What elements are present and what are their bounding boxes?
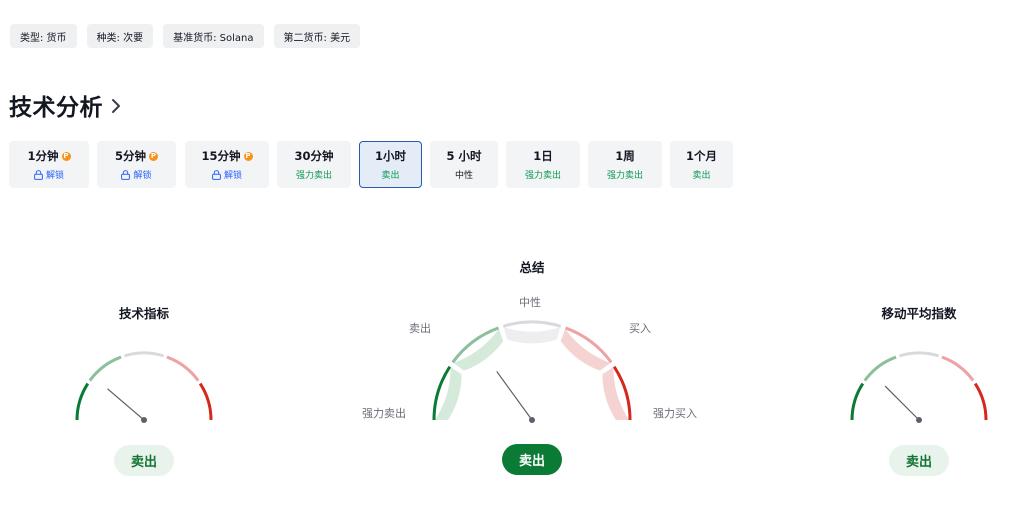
gauge-needle (496, 371, 533, 421)
timeframe-tab-6[interactable]: 1日强力卖出 (506, 141, 580, 188)
gauge-segment-neutral (123, 351, 165, 358)
tag-base-currency[interactable]: 基准货币: Solana (163, 24, 264, 48)
timeframe-tab-1[interactable]: 5分钟 P 解锁 (97, 141, 176, 188)
gauge-segment-strong-buy (973, 382, 988, 421)
gauge-needle (107, 388, 145, 421)
timeframe-status: 强力卖出 (607, 168, 643, 181)
oscillators-gauge (75, 351, 213, 423)
summary-title: 总结 (519, 260, 545, 275)
lock-icon (121, 169, 131, 180)
timeframe-name: 30分钟 (294, 148, 333, 164)
moving-averages-rating-button[interactable]: 卖出 (889, 445, 949, 476)
timeframe-name-text: 30分钟 (294, 149, 334, 163)
scale-label-strong-buy: 强力买入 (653, 407, 697, 420)
moving-averages-title: 移动平均指数 (881, 306, 957, 321)
timeframe-name: 5分钟 P (115, 148, 158, 164)
oscillators-title: 技术指标 (118, 306, 169, 321)
timeframe-name-text: 1周 (615, 149, 635, 163)
timeframe-tab-8[interactable]: 1个月卖出 (670, 141, 733, 188)
gauge-segment-neutral (898, 351, 940, 358)
timeframe-name-text: 15分钟 (201, 149, 241, 163)
timeframe-tab-5[interactable]: 5 小时中性 (430, 141, 498, 188)
premium-badge-icon: P (61, 151, 71, 161)
timeframe-status: 强力卖出 (296, 168, 332, 181)
timeframe-status-text: 卖出 (381, 171, 400, 181)
summary-gauge (432, 320, 632, 423)
section-title: 技术分析 (9, 95, 103, 121)
premium-badge-icon: P (149, 151, 158, 161)
symbol-tags: 类型: 货币 种类: 次要 基准货币: Solana 第二货币: 美元 (10, 24, 361, 48)
tag-type[interactable]: 类型: 货币 (10, 24, 77, 48)
timeframe-name-text: 1小时 (374, 149, 406, 163)
timeframe-status-text: 解锁 (133, 171, 152, 181)
timeframe-name-text: 1日 (533, 149, 553, 163)
gauge-needle-pivot (141, 417, 147, 423)
timeframe-status: 卖出 (692, 168, 710, 181)
timeframe-status-text: 解锁 (223, 171, 242, 181)
timeframe-status-text: 强力卖出 (524, 171, 561, 181)
gauge-segment-sell (863, 355, 897, 382)
gauge-needle-pivot (529, 417, 535, 423)
lock-icon (212, 169, 221, 180)
timeframe-name-text: 5分钟 (114, 149, 146, 163)
tag-quote-currency[interactable]: 第二货币: 美元 (273, 24, 361, 48)
oscillators-rating-button[interactable]: 卖出 (114, 445, 174, 476)
timeframe-tab-4[interactable]: 1小时卖出 (359, 141, 422, 188)
scale-label-strong-sell: 强力卖出 (362, 407, 406, 420)
gauge-segment-strong-sell (75, 382, 90, 421)
premium-badge-icon: P (243, 151, 253, 161)
gauge-segment-sell (88, 355, 122, 382)
gauge-band-buy (560, 328, 611, 371)
gauge-segment-strong-buy (198, 382, 213, 421)
moving-averages-gauge (850, 351, 988, 423)
gauge-needle-pivot (916, 417, 922, 423)
timeframe-status-text: 解锁 (45, 171, 64, 181)
timeframe-status: 卖出 (381, 168, 399, 181)
timeframe-name-text: 5 小时 (446, 149, 482, 163)
gauge-segment-buy (941, 355, 975, 382)
timeframe-status: 中性 (455, 168, 473, 181)
timeframe-status[interactable]: 解锁 (34, 168, 64, 181)
timeframe-status[interactable]: 解锁 (121, 168, 152, 181)
timeframe-status-text: 强力卖出 (295, 171, 332, 181)
timeframe-name: 1个月 (686, 148, 717, 164)
timeframe-name: 15分钟 P (201, 148, 253, 164)
timeframe-tab-3[interactable]: 30分钟强力卖出 (277, 141, 351, 188)
timeframe-status-text: 中性 (454, 171, 473, 181)
gauge-band-sell (453, 328, 504, 371)
timeframe-name: 1日 (533, 148, 553, 164)
gauge-segment-strong-sell (850, 382, 865, 421)
gauge-band-neutral (503, 327, 561, 344)
technical-analysis-link[interactable]: 技术分析 (9, 88, 123, 122)
timeframe-name: 1小时 (375, 148, 406, 164)
timeframe-status[interactable]: 解锁 (212, 168, 242, 181)
lock-icon (34, 169, 43, 180)
timeframe-name: 5 小时 (446, 148, 481, 164)
timeframe-tab-7[interactable]: 1周强力卖出 (588, 141, 662, 188)
timeframe-name-text: 1个月 (685, 149, 717, 163)
timeframe-name-text: 1分钟 (27, 149, 59, 163)
timeframe-tab-0[interactable]: 1分钟 P 解锁 (9, 141, 89, 188)
timeframe-status: 强力卖出 (525, 168, 561, 181)
timeframe-status-text: 卖出 (692, 171, 711, 181)
timeframe-name: 1分钟 P (27, 148, 71, 164)
gauge-segment-neutral (502, 320, 562, 328)
timeframe-tab-2[interactable]: 15分钟 P 解锁 (185, 141, 269, 188)
tag-category[interactable]: 种类: 次要 (86, 24, 154, 48)
chevron-right-icon (112, 99, 120, 113)
scale-label-neutral: 中性 (519, 296, 541, 309)
timeframe-status-text: 强力卖出 (606, 171, 643, 181)
gauge-segment-buy (166, 355, 200, 382)
summary-rating-button[interactable]: 卖出 (502, 444, 562, 475)
gauge-needle (884, 385, 920, 421)
timeframe-name: 1周 (615, 148, 635, 164)
